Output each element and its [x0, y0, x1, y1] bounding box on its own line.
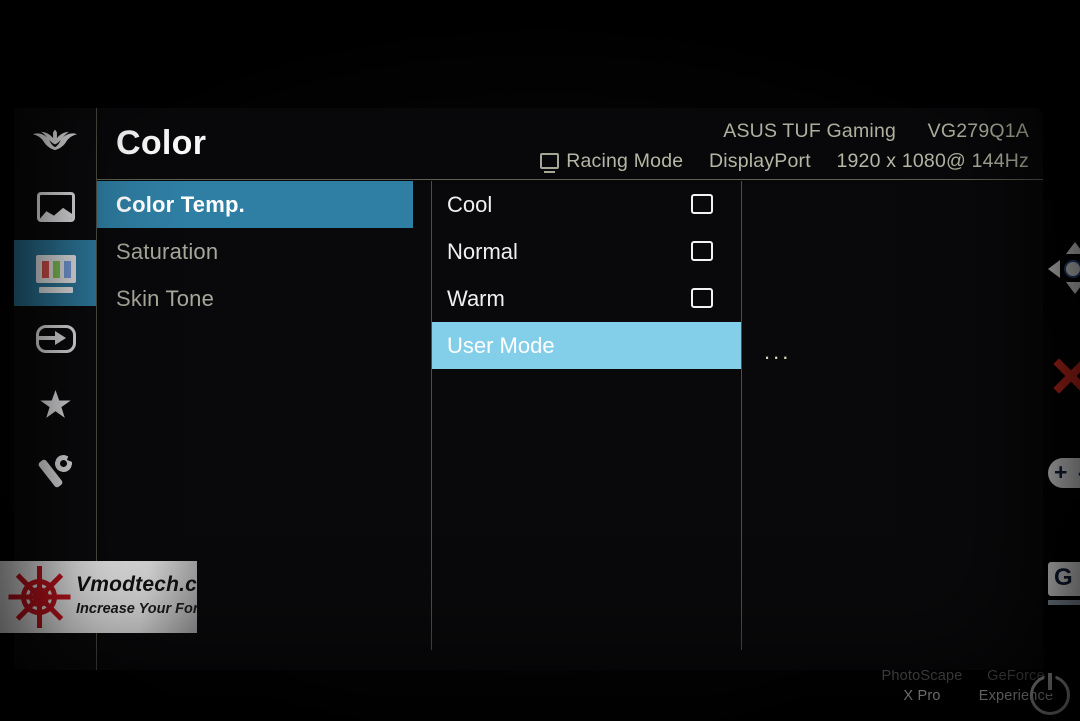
dpad-icon[interactable] — [1048, 242, 1080, 296]
input-arrow-icon — [31, 317, 79, 361]
menu-item-color-temp[interactable]: Color Temp. — [97, 181, 413, 228]
option-checkbox[interactable] — [691, 241, 713, 261]
vmodtech-logo-icon — [8, 566, 71, 628]
option-checkbox[interactable] — [691, 288, 713, 308]
sidebar-item-system-setup[interactable] — [14, 438, 96, 504]
osd-body: Color ASUS TUF Gaming VG279Q1A Racing Mo… — [96, 108, 1044, 670]
osd-submenu-column: ... — [741, 181, 1044, 670]
g-badge-underline — [1048, 600, 1080, 605]
monitor-icon — [540, 153, 560, 173]
watermark-title: Vmodtech.com — [76, 573, 197, 596]
osd-control-rail: + - G — [1040, 232, 1080, 612]
option-label: Cool — [447, 192, 493, 217]
power-icon[interactable] — [1030, 673, 1070, 715]
option-label: Warm — [447, 286, 505, 311]
watermark-tagline: Increase Your Force — [76, 601, 197, 617]
picture-icon — [31, 185, 79, 229]
input-source: DisplayPort — [708, 150, 811, 172]
close-x-icon[interactable] — [1048, 354, 1080, 398]
star-icon — [31, 383, 79, 427]
preset-mode: Racing Mode — [566, 150, 684, 172]
tuf-wing-icon — [31, 119, 79, 163]
option-warm[interactable]: Warm — [432, 275, 741, 322]
menu-item-skin-tone[interactable]: Skin Tone — [97, 275, 431, 322]
sidebar-item-tuf-logo — [14, 108, 96, 174]
sidebar-item-gaming-image[interactable] — [14, 174, 96, 240]
wrench-icon — [31, 449, 79, 493]
osd-header: Color ASUS TUF Gaming VG279Q1A Racing Mo… — [97, 108, 1043, 180]
monitor-brand: ASUS TUF Gaming — [723, 120, 897, 142]
screenshot-root: ↗ PhotoScape X Pro ↗ GeForce Experience … — [0, 0, 1080, 721]
menu-item-saturation[interactable]: Saturation — [97, 228, 431, 275]
option-label: Normal — [447, 239, 518, 264]
watermark: Vmodtech.com Increase Your Force — [0, 561, 197, 633]
resolution-refresh: 1920 x 1080@ 144Hz — [836, 150, 1029, 172]
option-user-mode[interactable]: User Mode — [432, 322, 741, 369]
osd-status-info: ASUS TUF Gaming VG279Q1A Racing Mode Dis… — [540, 116, 1029, 176]
g-badge-icon[interactable]: G — [1048, 562, 1080, 596]
osd-options-column: Cool Normal Warm User Mode — [431, 181, 741, 670]
plus-minus-icon[interactable]: + - — [1048, 458, 1080, 488]
sidebar-item-input-select[interactable] — [14, 306, 96, 372]
page-title: Color — [116, 124, 207, 162]
sidebar-item-my-favorite[interactable] — [14, 372, 96, 438]
column-divider-crop — [97, 650, 1044, 670]
sidebar-item-color[interactable] — [14, 240, 96, 306]
color-bars-icon — [31, 251, 79, 295]
option-label: User Mode — [447, 333, 555, 358]
submenu-indicator[interactable]: ... — [764, 341, 791, 363]
monitor-model: VG279Q1A — [927, 120, 1029, 142]
option-normal[interactable]: Normal — [432, 228, 741, 275]
option-cool[interactable]: Cool — [432, 181, 741, 228]
option-checkbox[interactable] — [691, 194, 713, 214]
